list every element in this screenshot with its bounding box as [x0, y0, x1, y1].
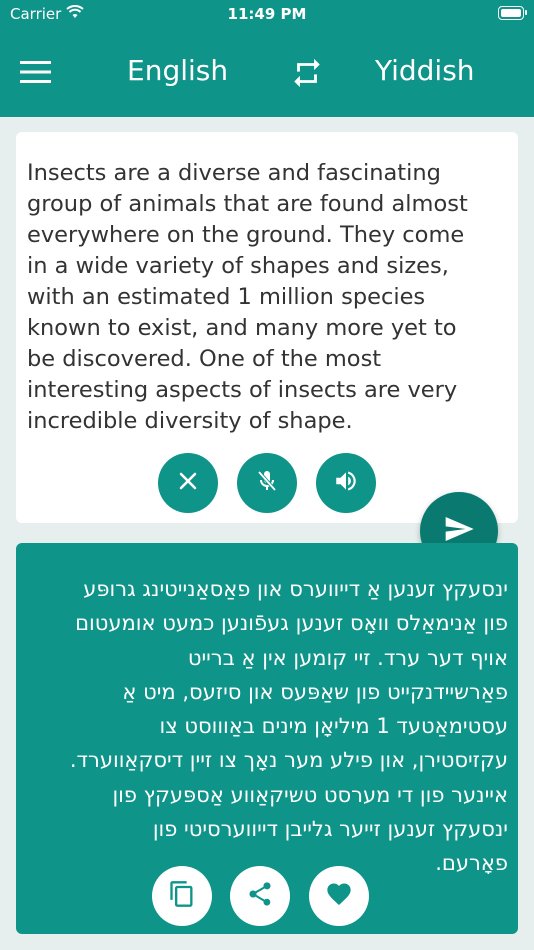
- output-card: ינסעקץ זענען אַ דייווערס און פאַסאַנייטי…: [16, 543, 518, 934]
- input-card: Insects are a diverse and fascinating gr…: [16, 132, 518, 523]
- app-bar: English Yiddish: [0, 28, 534, 117]
- translated-text: ינסעקץ זענען אַ דייווערס און פאַסאַנייטי…: [69, 577, 508, 876]
- status-time: 11:49 PM: [227, 5, 307, 23]
- share-button[interactable]: [230, 866, 290, 926]
- heart-icon: [324, 880, 354, 912]
- source-language-button[interactable]: English: [127, 54, 228, 87]
- menu-icon[interactable]: [20, 60, 52, 84]
- mic-off-icon: [255, 468, 279, 498]
- target-language-button[interactable]: Yiddish: [375, 54, 475, 87]
- clear-button[interactable]: [158, 453, 218, 513]
- battery-icon: [498, 6, 527, 20]
- share-icon: [246, 880, 274, 912]
- close-icon: [176, 469, 200, 497]
- copy-icon: [168, 879, 196, 913]
- speaker-button[interactable]: [316, 453, 376, 513]
- favorite-button[interactable]: [309, 866, 369, 926]
- swap-icon[interactable]: [290, 56, 324, 90]
- microphone-button[interactable]: [237, 453, 297, 513]
- source-text-input[interactable]: Insects are a diverse and fascinating gr…: [27, 158, 507, 437]
- speaker-icon: [333, 468, 359, 498]
- copy-button[interactable]: [152, 866, 212, 926]
- status-bar: Carrier 11:49 PM: [0, 0, 534, 28]
